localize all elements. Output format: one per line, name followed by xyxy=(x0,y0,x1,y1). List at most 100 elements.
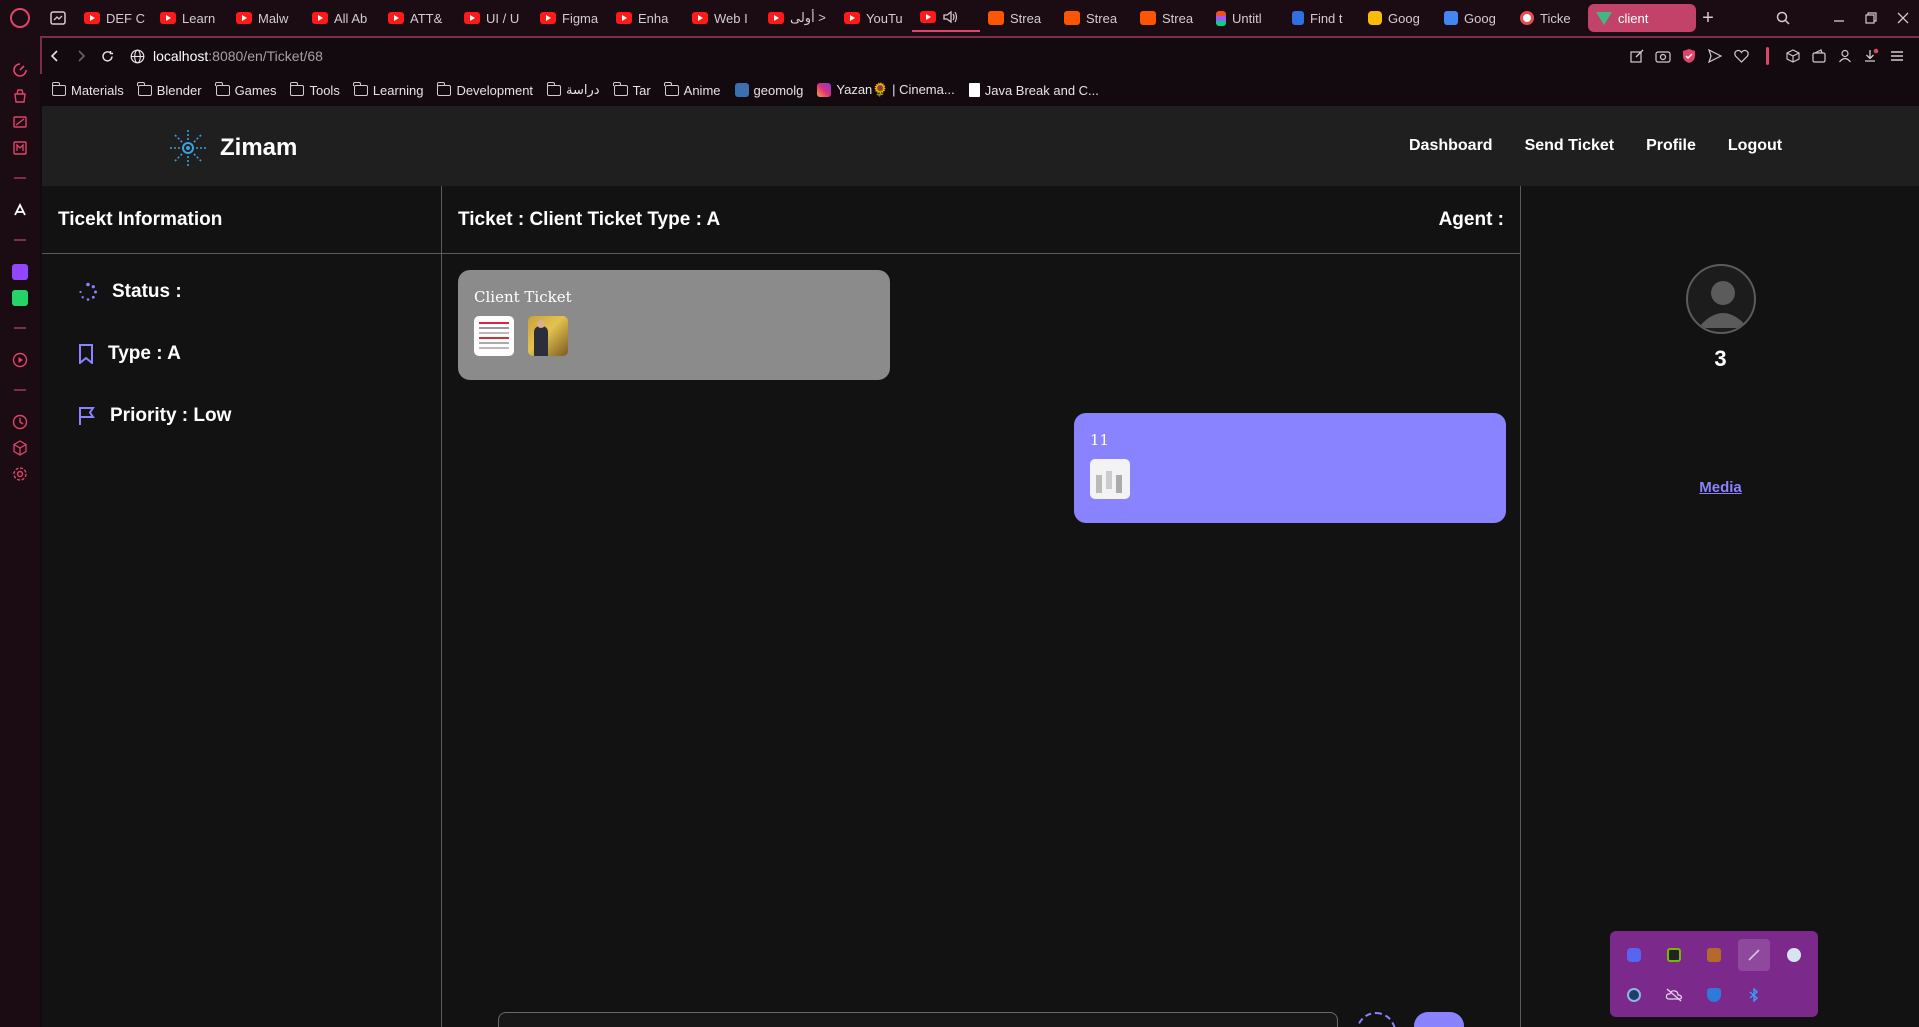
browser-tab[interactable]: Strea xyxy=(1132,4,1208,32)
tab-label: Goog xyxy=(1388,10,1420,26)
nav-send-ticket[interactable]: Send Ticket xyxy=(1525,137,1615,155)
edit-icon[interactable] xyxy=(1627,46,1647,66)
wallet-icon[interactable] xyxy=(1809,46,1829,66)
profile-icon[interactable] xyxy=(1835,46,1855,66)
priority-label: Priority : Low xyxy=(110,405,232,426)
settings-icon[interactable] xyxy=(10,464,30,484)
bookmark-link[interactable]: geomolg xyxy=(734,83,803,98)
discord-icon[interactable] xyxy=(1618,939,1650,971)
tab-list: DEF C Learn Malw All Ab ATT& UI / U Figm… xyxy=(76,0,1696,36)
browser-tab-active[interactable]: client xyxy=(1588,4,1696,32)
bookmark-folder[interactable]: Development xyxy=(436,81,533,98)
browser-tab-playing[interactable] xyxy=(912,4,980,32)
bookmark-folder[interactable]: Learning xyxy=(353,81,423,98)
bookmark-label: Blender xyxy=(156,82,202,98)
search-tabs-icon[interactable] xyxy=(1767,0,1799,36)
app-logo[interactable]: Zimam xyxy=(168,128,297,168)
media-link[interactable]: Media xyxy=(1522,479,1919,496)
shopping-icon[interactable] xyxy=(10,86,30,106)
nav-profile[interactable]: Profile xyxy=(1646,137,1696,155)
bookmark-folder[interactable]: Games xyxy=(215,81,276,98)
steam-icon[interactable] xyxy=(1778,939,1810,971)
reload-icon[interactable] xyxy=(94,41,120,71)
vue-icon xyxy=(1596,11,1612,25)
browser-tab[interactable]: Strea xyxy=(1056,4,1132,32)
bookmark-link[interactable]: Java Break and C... xyxy=(968,83,1099,98)
browser-tab[interactable]: Untitl xyxy=(1208,4,1284,32)
back-icon[interactable] xyxy=(42,41,68,71)
attachment-thumbnail[interactable] xyxy=(474,316,514,356)
minimize-icon[interactable] xyxy=(1823,0,1855,36)
bluetooth-icon[interactable] xyxy=(1738,979,1770,1011)
message-text: Client Ticket xyxy=(474,288,572,306)
zimam-logo-icon xyxy=(170,130,206,166)
browser-tab[interactable]: UI / U xyxy=(456,4,532,32)
aria-icon[interactable] xyxy=(10,200,30,220)
player-icon[interactable] xyxy=(10,350,30,370)
browser-tab[interactable]: أولى > xyxy=(760,4,836,32)
easy-setup-icon[interactable] xyxy=(1887,46,1907,66)
cube-icon[interactable] xyxy=(1783,46,1803,66)
browser-tab[interactable]: Figma xyxy=(532,4,608,32)
bookmark-folder[interactable]: Tar xyxy=(613,81,651,98)
download-icon[interactable] xyxy=(1861,46,1881,66)
bookmark-folder[interactable]: Materials xyxy=(51,81,124,98)
message-input[interactable] xyxy=(498,1012,1338,1027)
bookmark-folder[interactable]: Tools xyxy=(289,81,340,98)
forward-icon[interactable] xyxy=(68,41,94,71)
browser-tab[interactable]: Strea xyxy=(980,4,1056,32)
extensions-icon[interactable] xyxy=(10,438,30,458)
tab-overview-icon[interactable] xyxy=(40,0,76,36)
adblock-shield-icon[interactable] xyxy=(1679,46,1699,66)
browser-tab[interactable]: Malw xyxy=(228,4,304,32)
pinboard-icon[interactable] xyxy=(10,112,30,132)
whatsapp-icon[interactable] xyxy=(10,288,30,308)
browser-tab[interactable]: Learn xyxy=(152,4,228,32)
camera-icon[interactable] xyxy=(1653,46,1673,66)
send-button[interactable] xyxy=(1414,1012,1464,1027)
opera-menu-icon[interactable] xyxy=(0,0,40,36)
url-bar[interactable]: localhost:8080/en/Ticket/68 xyxy=(130,48,323,64)
onedrive-off-icon[interactable] xyxy=(1658,979,1690,1011)
sidebar-separator xyxy=(14,239,26,241)
browser-tab[interactable]: All Ab xyxy=(304,4,380,32)
browser-tab[interactable]: DEF C xyxy=(76,4,152,32)
new-tab-button[interactable]: + xyxy=(1696,4,1720,32)
send-icon[interactable] xyxy=(1705,46,1725,66)
nav-logout[interactable]: Logout xyxy=(1728,137,1782,155)
bookmark-folder[interactable]: دراسة xyxy=(546,81,600,98)
settings-tray-icon[interactable] xyxy=(1618,979,1650,1011)
nav-dashboard[interactable]: Dashboard xyxy=(1409,137,1493,155)
bookmark-link[interactable]: Yazan🌻 | Cinema... xyxy=(817,82,955,98)
history-icon[interactable] xyxy=(10,412,30,432)
app-tray-icon[interactable] xyxy=(1698,939,1730,971)
browser-tab[interactable]: Ticke xyxy=(1512,4,1588,32)
globe-icon xyxy=(130,49,145,63)
security-tray-icon[interactable] xyxy=(1698,979,1730,1011)
browser-tab[interactable]: Web I xyxy=(684,4,760,32)
speaker-icon[interactable] xyxy=(942,10,958,24)
attachment-thumbnail[interactable] xyxy=(1090,459,1130,499)
url-path: :8080/en/Ticket/68 xyxy=(208,48,323,64)
browser-tab[interactable]: Goog xyxy=(1436,4,1512,32)
close-icon[interactable] xyxy=(1887,0,1919,36)
browser-tab[interactable]: Enha xyxy=(608,4,684,32)
mail-icon[interactable] xyxy=(10,138,30,158)
attachment-thumbnail[interactable] xyxy=(528,316,568,356)
restore-icon[interactable] xyxy=(1855,0,1887,36)
toolbar-actions xyxy=(1627,38,1907,74)
browser-tab[interactable]: ATT& xyxy=(380,4,456,32)
browser-tab[interactable]: Find t xyxy=(1284,4,1360,32)
twitch-icon[interactable] xyxy=(10,262,30,282)
browser-tab[interactable]: YouTu xyxy=(836,4,912,32)
bookmark-folder[interactable]: Blender xyxy=(137,81,202,98)
browser-tab[interactable]: Goog xyxy=(1360,4,1436,32)
ticket-info-title: Ticekt Information xyxy=(42,186,441,254)
tab-label: Strea xyxy=(1010,10,1042,26)
speed-dial-icon[interactable] xyxy=(10,60,30,80)
pen-tray-icon[interactable] xyxy=(1738,939,1770,971)
nvidia-icon[interactable] xyxy=(1658,939,1690,971)
bookmark-folder[interactable]: Anime xyxy=(664,81,721,98)
heart-icon[interactable] xyxy=(1731,46,1751,66)
folder-icon xyxy=(289,81,305,96)
